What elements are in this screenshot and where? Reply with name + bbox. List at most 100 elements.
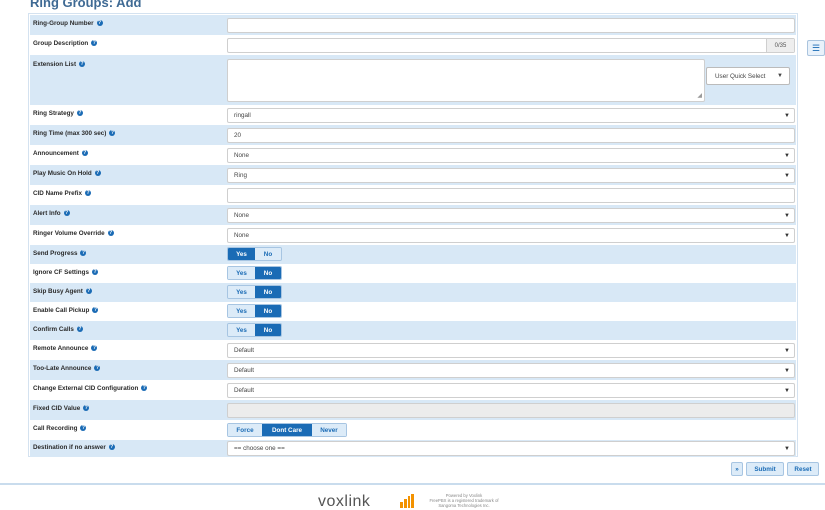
chevron-down-icon: ▼ bbox=[784, 212, 790, 219]
confirm-calls-yes[interactable]: Yes bbox=[228, 324, 255, 336]
chevron-down-icon: ▼ bbox=[784, 387, 790, 394]
row-too-late-announce: Too-Late Announce? Default ▼ bbox=[30, 360, 796, 380]
ignore-cf-no[interactable]: No bbox=[255, 267, 281, 279]
change-ext-cid-select[interactable]: Default ▼ bbox=[227, 383, 795, 398]
row-cid-prefix: CID Name Prefix? bbox=[30, 185, 796, 205]
help-icon[interactable]: ? bbox=[91, 40, 98, 47]
help-icon[interactable]: ? bbox=[109, 130, 116, 137]
destination-select[interactable]: == choose one == ▼ bbox=[227, 441, 795, 456]
row-ignore-cf: Ignore CF Settings? Yes No bbox=[30, 264, 796, 283]
chevron-down-icon: ▼ bbox=[784, 232, 790, 239]
help-icon[interactable]: ? bbox=[107, 230, 114, 237]
help-icon[interactable]: ? bbox=[92, 307, 99, 314]
row-announcement: Announcement? None ▼ bbox=[30, 145, 796, 165]
list-icon[interactable]: ☰ bbox=[807, 40, 825, 56]
voxlink-logo: voxlink bbox=[318, 493, 371, 510]
change-ext-cid-label: Change External CID Configuration? bbox=[33, 385, 148, 392]
too-late-announce-select[interactable]: Default ▼ bbox=[227, 363, 795, 378]
group-description-label: Group Description? bbox=[33, 40, 98, 47]
send-progress-no[interactable]: No bbox=[255, 248, 281, 260]
row-call-pickup: Enable Call Pickup? Yes No bbox=[30, 302, 796, 321]
row-remote-announce: Remote Announce? Default ▼ bbox=[30, 340, 796, 360]
help-icon[interactable]: ? bbox=[81, 150, 88, 157]
help-icon[interactable]: ? bbox=[85, 288, 92, 295]
alert-info-value: None bbox=[234, 212, 250, 219]
call-pickup-yes[interactable]: Yes bbox=[228, 305, 255, 317]
help-icon[interactable]: ? bbox=[96, 20, 103, 27]
extension-list-textarea[interactable]: ◢ bbox=[227, 59, 705, 102]
destination-value: == choose one == bbox=[234, 445, 285, 452]
help-icon[interactable]: ? bbox=[91, 269, 98, 276]
call-recording-dont-care[interactable]: Dont Care bbox=[262, 424, 312, 436]
confirm-calls-toggle: Yes No bbox=[227, 323, 282, 337]
call-recording-never[interactable]: Never bbox=[312, 424, 346, 436]
confirm-calls-no[interactable]: No bbox=[255, 324, 281, 336]
remote-announce-value: Default bbox=[234, 347, 254, 354]
cid-prefix-input[interactable] bbox=[227, 188, 795, 203]
call-recording-label: Call Recording? bbox=[33, 425, 87, 432]
remote-announce-select[interactable]: Default ▼ bbox=[227, 343, 795, 358]
ring-group-number-input[interactable] bbox=[227, 18, 795, 33]
help-icon[interactable]: ? bbox=[94, 365, 101, 372]
help-icon[interactable]: ? bbox=[79, 61, 86, 68]
send-progress-yes[interactable]: Yes bbox=[228, 248, 255, 260]
chevron-down-icon: ▼ bbox=[784, 445, 790, 452]
confirm-calls-label: Confirm Calls? bbox=[33, 326, 83, 333]
more-actions-button[interactable]: » bbox=[731, 462, 743, 476]
ring-strategy-select[interactable]: ringall ▼ bbox=[227, 108, 795, 123]
call-pickup-no[interactable]: No bbox=[255, 305, 281, 317]
help-icon[interactable]: ? bbox=[141, 385, 148, 392]
play-moh-select[interactable]: Ring ▼ bbox=[227, 168, 795, 183]
call-recording-toggle: Force Dont Care Never bbox=[227, 423, 347, 437]
chevron-down-icon: ▼ bbox=[784, 347, 790, 354]
ring-time-label: Ring Time (max 300 sec)? bbox=[33, 130, 116, 137]
ring-time-input[interactable]: 20 bbox=[227, 128, 795, 143]
alert-info-select[interactable]: None ▼ bbox=[227, 208, 795, 223]
ring-group-number-label: Ring-Group Number? bbox=[33, 20, 103, 27]
page-title: Ring Groups: Add bbox=[30, 0, 142, 10]
send-progress-label: Send Progress? bbox=[33, 250, 87, 257]
skip-busy-no[interactable]: No bbox=[255, 286, 281, 298]
help-icon[interactable]: ? bbox=[83, 405, 90, 412]
row-ring-group-number: Ring-Group Number? bbox=[30, 15, 796, 35]
ignore-cf-label: Ignore CF Settings? bbox=[33, 269, 98, 276]
row-send-progress: Send Progress? Yes No bbox=[30, 245, 796, 264]
send-progress-toggle: Yes No bbox=[227, 247, 282, 261]
powered-by-text: Powered by Voxlink FreePBX is a register… bbox=[424, 493, 504, 508]
user-quick-select[interactable]: User Quick Select ▼ bbox=[706, 67, 790, 85]
chevron-down-icon: ▼ bbox=[777, 73, 783, 79]
powered-line-3: Sangoma Technologies Inc. bbox=[438, 503, 490, 508]
extension-list-label: Extension List? bbox=[33, 61, 86, 68]
help-icon[interactable]: ? bbox=[63, 210, 70, 217]
help-icon[interactable]: ? bbox=[76, 326, 83, 333]
skip-busy-label: Skip Busy Agent? bbox=[33, 288, 92, 295]
ignore-cf-toggle: Yes No bbox=[227, 266, 282, 280]
row-play-moh: Play Music On Hold? Ring ▼ bbox=[30, 165, 796, 185]
announcement-select[interactable]: None ▼ bbox=[227, 148, 795, 163]
destination-label: Destination if no answer? bbox=[33, 444, 115, 451]
help-icon[interactable]: ? bbox=[76, 110, 83, 117]
ignore-cf-yes[interactable]: Yes bbox=[228, 267, 255, 279]
ring-strategy-value: ringall bbox=[234, 112, 251, 119]
row-ring-time: Ring Time (max 300 sec)? 20 bbox=[30, 125, 796, 145]
group-description-input[interactable]: 0/35 bbox=[227, 38, 795, 53]
form-actions: » Submit Reset bbox=[731, 462, 819, 476]
change-ext-cid-value: Default bbox=[234, 387, 254, 394]
help-icon[interactable]: ? bbox=[85, 190, 91, 197]
row-fixed-cid: Fixed CID Value? bbox=[30, 400, 796, 420]
help-icon[interactable]: ? bbox=[80, 250, 87, 257]
reset-button[interactable]: Reset bbox=[787, 462, 819, 476]
submit-button[interactable]: Submit bbox=[746, 462, 784, 476]
ringer-volume-select[interactable]: None ▼ bbox=[227, 228, 795, 243]
help-icon[interactable]: ? bbox=[91, 345, 98, 352]
help-icon[interactable]: ? bbox=[108, 444, 115, 451]
call-recording-force[interactable]: Force bbox=[228, 424, 262, 436]
row-change-ext-cid: Change External CID Configuration? Defau… bbox=[30, 380, 796, 400]
skip-busy-toggle: Yes No bbox=[227, 285, 282, 299]
skip-busy-yes[interactable]: Yes bbox=[228, 286, 255, 298]
fixed-cid-label: Fixed CID Value? bbox=[33, 405, 90, 412]
help-icon[interactable]: ? bbox=[80, 425, 87, 432]
chevron-down-icon: ▼ bbox=[784, 112, 790, 119]
resize-handle-icon[interactable]: ◢ bbox=[697, 92, 702, 99]
help-icon[interactable]: ? bbox=[94, 170, 101, 177]
